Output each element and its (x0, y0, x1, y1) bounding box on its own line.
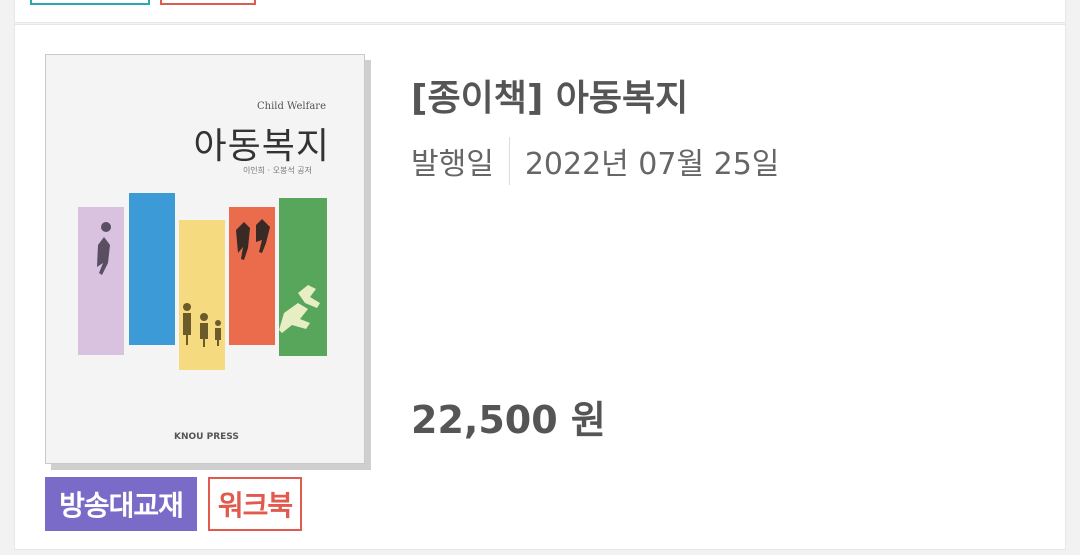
price: 22,500 원 (411, 398, 606, 442)
previous-badge-red (160, 0, 256, 5)
publish-date-value: 2022년 07월 25일 (524, 147, 780, 182)
cover-silhouettes-illustration (97, 219, 320, 347)
meta-divider (508, 137, 510, 185)
badge-textbook: 방송대교재 (45, 477, 197, 531)
publish-date-label: 발행일 (411, 147, 494, 182)
previous-badge-teal (30, 0, 150, 5)
cover-image: Child Welfare 아동복지 이인희 · 오봉석 공저 KNOU PRE… (45, 54, 365, 464)
badge-workbook: 워크북 (208, 477, 302, 531)
book-cover[interactable]: Child Welfare 아동복지 이인희 · 오봉석 공저 KNOU PRE… (45, 54, 373, 472)
publish-info: 발행일 2022년 07월 25일 (411, 137, 779, 185)
cover-publisher-logo: KNOU PRESS (174, 432, 239, 442)
book-title-link[interactable]: [종이책] 아동복지 (411, 69, 688, 121)
book-card[interactable]: Child Welfare 아동복지 이인희 · 오봉석 공저 KNOU PRE… (14, 24, 1066, 550)
